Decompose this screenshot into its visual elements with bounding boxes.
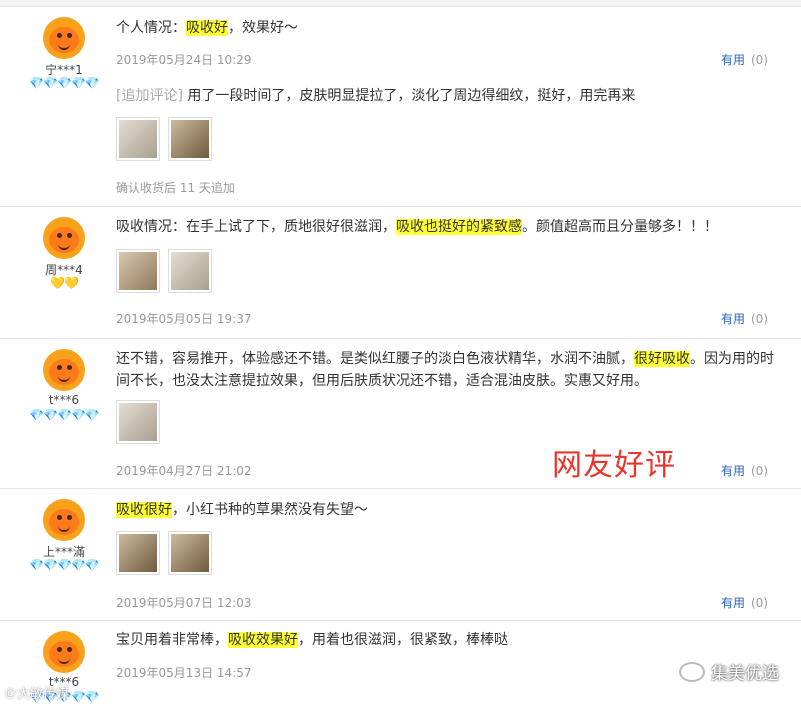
review-text: 宝贝用着非常棒，吸收效果好，用着也很滋润，很紧致，棒棒哒 [116, 629, 776, 651]
review-date: 2019年05月07日 12:03 [116, 596, 252, 610]
review-photo[interactable] [116, 531, 160, 575]
review-text-part: 吸收情况：在手上试了下，质地很好很滋润， [116, 219, 396, 235]
review-photo[interactable] [116, 249, 160, 293]
review-item: 宁***1 💎💎💎💎💎 个人情况：吸收好，效果好～ 2019年05月24日 10… [0, 7, 801, 207]
review-text: 吸收情况：在手上试了下，质地很好很滋润，吸收也挺好的紧致感。颜值超高而且分量够多… [116, 216, 776, 238]
review-date: 2019年04月27日 21:02 [116, 464, 252, 478]
append-label: [追加评论] [116, 88, 183, 104]
review-item: 周***4 💛💛 吸收情况：在手上试了下，质地很好很滋润，吸收也挺好的紧致感。颜… [0, 207, 801, 339]
append-review: [追加评论] 用了一段时间了，皮肤明显提拉了，淡化了周边得细纹，挺好，用完再来 [116, 85, 776, 107]
avatar[interactable] [43, 499, 85, 541]
review-photo[interactable] [168, 249, 212, 293]
user-level-badges: 💎💎💎💎💎 [29, 76, 100, 90]
photo-thumbnails [116, 531, 212, 575]
helpful-button[interactable]: 有用 [721, 596, 745, 610]
review-photo[interactable] [116, 117, 160, 161]
highlight-text: 吸收也挺好的紧致感 [396, 219, 522, 235]
photo-thumbnails [116, 249, 212, 293]
watermark-left: ©大敏传媒 [4, 687, 70, 702]
review-text-part: 还不错，容易推开，体验感还不错。是类似红腰子的淡白色液状精华，水润不油腻， [116, 351, 634, 367]
helpful-button[interactable]: 有用 [721, 312, 745, 326]
avatar[interactable] [43, 217, 85, 259]
review-text-part: 。颜值超高而且分量够多！！！ [522, 219, 718, 235]
highlight-text: 吸收很好 [116, 502, 172, 518]
review-date: 2019年05月24日 10:29 [116, 53, 252, 67]
username[interactable]: t***6 [28, 393, 100, 408]
review-text: 还不错，容易推开，体验感还不错。是类似红腰子的淡白色液状精华，水润不油腻，很好吸… [116, 348, 776, 392]
review-photo[interactable] [116, 400, 160, 444]
avatar[interactable] [43, 631, 85, 673]
review-text: 吸收很好，小红书种的草果然没有失望～ [116, 499, 776, 521]
helpful-count: (0) [751, 596, 768, 610]
user-level-badges: 💛💛 [50, 276, 79, 290]
review-photo[interactable] [168, 117, 212, 161]
helpful-button[interactable]: 有用 [721, 53, 745, 67]
append-meta: 确认收货后 11 天追加 [116, 181, 235, 195]
review-item: 上***滿 💎💎💎💎💎 吸收很好，小红书种的草果然没有失望～ 2019年05月0… [0, 489, 801, 621]
highlight-text: 吸收效果好 [228, 632, 298, 648]
helpful-control: 有用 (0) [721, 462, 768, 479]
review-photo[interactable] [168, 531, 212, 575]
review-text-part: ，效果好～ [228, 20, 298, 36]
username[interactable]: 上***滿 [28, 543, 100, 559]
user-info: t***6 💎💎💎💎💎 [28, 349, 100, 422]
review-date: 2019年05月05日 19:37 [116, 312, 252, 326]
append-text: 用了一段时间了，皮肤明显提拉了，淡化了周边得细纹，挺好，用完再来 [187, 88, 636, 104]
watermark-text: 集美优选 [711, 664, 779, 684]
user-info: 周***4 💛💛 [28, 217, 100, 290]
review-text-part: 宝贝用着非常棒， [116, 632, 228, 648]
avatar[interactable] [43, 349, 85, 391]
highlight-text: 很好吸收 [634, 351, 690, 367]
user-level-badges: 💎💎💎💎💎 [29, 408, 100, 422]
review-text-part: 个人情况： [116, 20, 186, 36]
review-item: t***6 💎💎💎💎💎 还不错，容易推开，体验感还不错。是类似红腰子的淡白色液状… [0, 339, 801, 489]
helpful-count: (0) [751, 464, 768, 478]
top-divider [0, 0, 801, 7]
helpful-control: 有用 (0) [721, 51, 768, 68]
username[interactable]: 周***4 [28, 261, 100, 277]
photo-thumbnails [116, 400, 160, 444]
review-text-part: ，用着也很滋润，很紧致，棒棒哒 [298, 632, 508, 648]
user-info: 上***滿 💎💎💎💎💎 [28, 499, 100, 572]
review-date: 2019年05月13日 14:57 [116, 666, 252, 680]
helpful-control: 有用 (0) [721, 310, 768, 327]
highlight-text: 吸收好 [186, 20, 228, 36]
watermark: 集美优选 [679, 659, 779, 684]
wechat-icon [679, 661, 705, 682]
user-level-badges: 💎💎💎💎💎 [29, 558, 100, 572]
helpful-count: (0) [751, 312, 768, 326]
helpful-control: 有用 (0) [721, 594, 768, 611]
review-text-part: ，小红书种的草果然没有失望～ [172, 502, 368, 518]
review-text: 个人情况：吸收好，效果好～ [116, 17, 776, 39]
username[interactable]: 宁***1 [28, 61, 100, 77]
helpful-button[interactable]: 有用 [721, 464, 745, 478]
overlay-caption: 网友好评 [552, 448, 676, 483]
helpful-count: (0) [751, 53, 768, 67]
avatar[interactable] [43, 17, 85, 59]
photo-thumbnails [116, 117, 212, 161]
user-info: 宁***1 💎💎💎💎💎 [28, 17, 100, 90]
